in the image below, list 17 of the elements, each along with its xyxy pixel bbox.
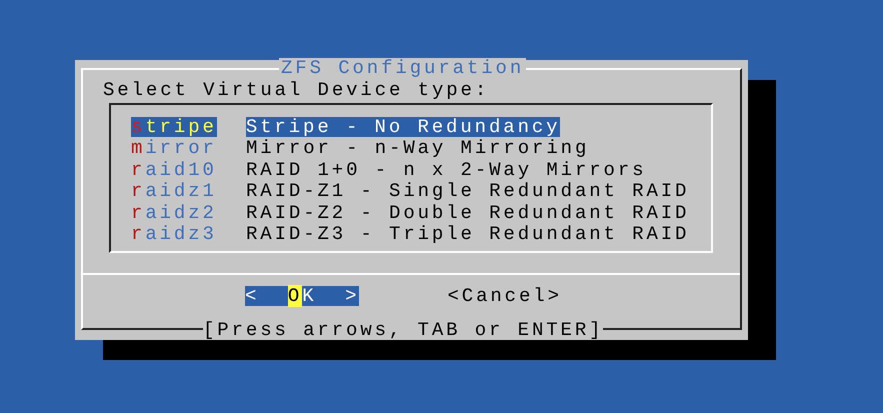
cancel-button[interactable]: <C ancel> — [447, 286, 562, 306]
prompt-text: Select Virtual Device type: — [103, 80, 490, 101]
option-tag[interactable]: r aidz2 — [131, 202, 246, 223]
option-tag[interactable]: s tripe — [131, 116, 217, 137]
option-description[interactable]: RAID-Z3 - Triple Redundant RAID — [246, 224, 690, 244]
option-description[interactable]: RAID-Z2 - Double Redundant RAID — [246, 202, 690, 223]
ok-button[interactable]: < O K > — [245, 286, 360, 306]
dialog-title: ZFS Configuration — [279, 58, 526, 78]
option-description[interactable]: RAID 1+0 - n x 2-Way Mirrors — [246, 160, 646, 180]
option-tag[interactable]: r aid10 — [131, 160, 246, 180]
option-description[interactable]: Stripe - No Redundancy — [246, 116, 560, 137]
option-description[interactable]: Mirror - n-Way Mirroring — [246, 138, 590, 158]
option-tag[interactable]: r aidz1 — [131, 181, 246, 202]
option-tag[interactable]: r aidz3 — [131, 224, 246, 244]
option-tag[interactable]: m irror — [131, 138, 246, 158]
hint-text: [Press arrows, TAB or ENTER] — [203, 320, 604, 340]
option-description[interactable]: RAID-Z1 - Single Redundant RAID — [246, 181, 690, 202]
